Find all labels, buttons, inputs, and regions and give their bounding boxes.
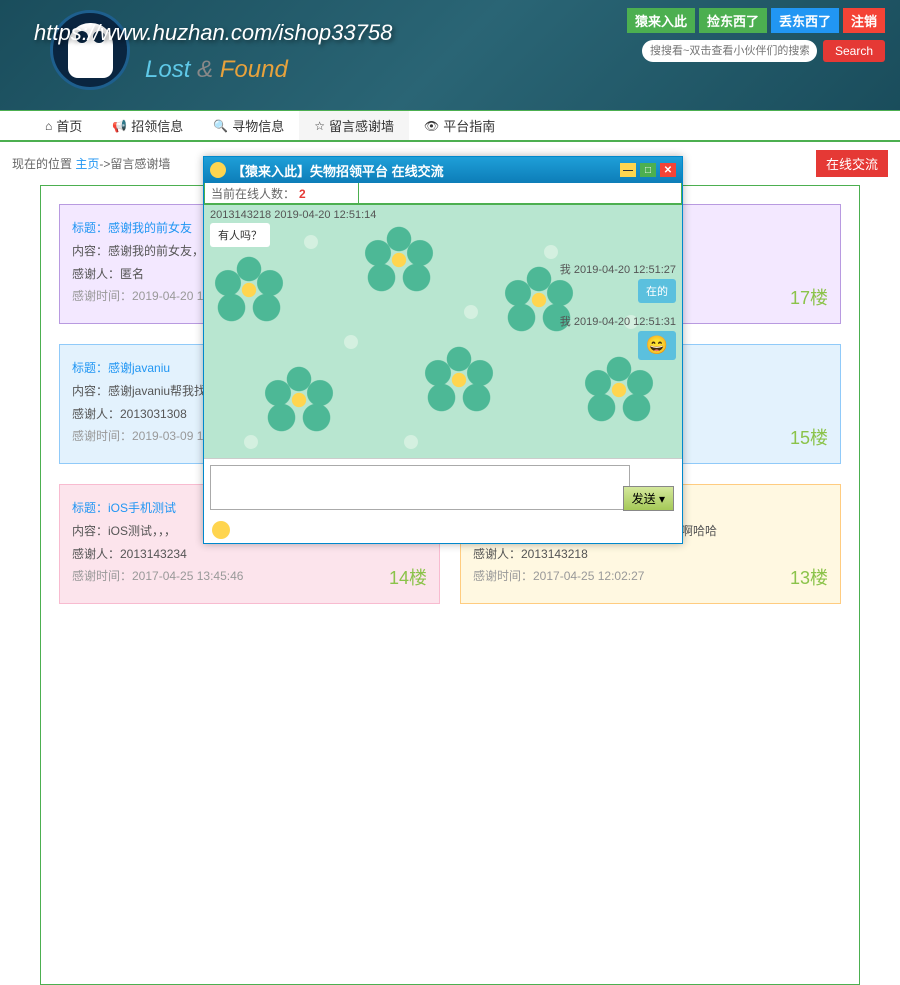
header: https://www.huzhan.com/ishop33758 Lost &… <box>0 0 900 110</box>
card-time: 感谢时间：2017-04-25 13:45:46 <box>72 565 427 588</box>
floor-number: 15楼 <box>790 421 828 455</box>
search-area: Search <box>642 40 885 62</box>
status-spacer <box>359 183 682 204</box>
msg-bubble: 在的 <box>638 279 676 303</box>
nav-bar: ⌂首页 📢招领信息 🔍寻物信息 ☆留言感谢墙 👁平台指南 <box>0 110 900 142</box>
home-icon: ⌂ <box>45 119 52 133</box>
brand-lost: Lost <box>145 56 190 83</box>
card-time: 感谢时间：2017-04-25 12:02:27 <box>473 565 828 588</box>
chat-title-text: 【猿来入此】失物招领平台 在线交流 <box>232 161 444 180</box>
online-count: 2 <box>299 187 306 201</box>
msg-meta: 我 2019-04-20 12:51:31 <box>560 313 676 329</box>
chat-input-area: 发送 ▾ <box>204 458 682 543</box>
msg-meta: 2013143218 2019-04-20 12:51:14 <box>210 209 376 221</box>
watermark-text: https://www.huzhan.com/ishop33758 <box>34 20 392 46</box>
chat-msg-me: 我 2019-04-20 12:51:27 在的 <box>560 261 676 303</box>
nav-wall[interactable]: ☆留言感谢墙 <box>299 111 409 140</box>
nav-guide[interactable]: 👁平台指南 <box>409 111 510 140</box>
send-button[interactable]: 发送 ▾ <box>623 486 674 511</box>
emoji-picker-icon[interactable] <box>212 521 230 539</box>
logout-button[interactable]: 注销 <box>843 8 885 33</box>
nav-home[interactable]: ⌂首页 <box>30 111 97 140</box>
card-thanks: 感谢人：2013143218 <box>473 543 828 566</box>
maximize-button[interactable]: □ <box>640 163 656 177</box>
top-buttons: 猿来入此 捡东西了 丢东西了 注销 <box>627 8 885 33</box>
breadcrumb: 现在的位置 主页->留言感谢墙 <box>12 155 170 172</box>
breadcrumb-home[interactable]: 主页 <box>75 157 99 171</box>
chat-textarea[interactable] <box>210 465 630 510</box>
nav-claim[interactable]: 📢招领信息 <box>97 111 198 140</box>
search-button[interactable]: Search <box>823 40 885 62</box>
floor-number: 14楼 <box>389 561 427 595</box>
close-button[interactable]: ✕ <box>660 163 676 177</box>
star-icon: ☆ <box>314 119 325 133</box>
eye-icon: 👁 <box>424 119 439 133</box>
yuanlai-button[interactable]: 猿来入此 <box>627 8 695 33</box>
chevron-down-icon: ▾ <box>659 492 665 506</box>
card-thanks: 感谢人：2013143234 <box>72 543 427 566</box>
chat-titlebar[interactable]: 【猿来入此】失物招领平台 在线交流 — □ ✕ <box>204 157 682 183</box>
floor-number: 13楼 <box>790 561 828 595</box>
lost-button[interactable]: 丢东西了 <box>771 8 839 33</box>
search-input[interactable] <box>642 40 817 62</box>
bullhorn-icon: 📢 <box>112 119 127 133</box>
msg-bubble: 有人吗？ <box>210 223 270 247</box>
found-button[interactable]: 捡东西了 <box>699 8 767 33</box>
online-label: 当前在线人数： <box>211 187 295 201</box>
brand-found: Found <box>220 56 288 83</box>
chat-msg-me: 我 2019-04-20 12:51:31 😄 <box>560 313 676 360</box>
minimize-button[interactable]: — <box>620 163 636 177</box>
msg-emoji: 😄 <box>638 331 676 360</box>
chat-status: 当前在线人数： 2 <box>204 183 682 205</box>
chat-messages: 2013143218 2019-04-20 12:51:14 有人吗？ 我 20… <box>204 205 682 458</box>
smiley-icon <box>210 162 226 178</box>
chat-window: 【猿来入此】失物招领平台 在线交流 — □ ✕ 当前在线人数： 2 2013143… <box>203 156 683 544</box>
nav-lost[interactable]: 🔍寻物信息 <box>198 111 299 140</box>
floor-number: 17楼 <box>790 281 828 315</box>
search-icon: 🔍 <box>213 119 228 133</box>
brand: Lost & Found <box>145 56 288 84</box>
chat-msg-other: 2013143218 2019-04-20 12:51:14 有人吗？ <box>210 209 376 247</box>
online-chat-button[interactable]: 在线交流 <box>816 150 888 177</box>
msg-meta: 我 2019-04-20 12:51:27 <box>560 261 676 277</box>
brand-amp: & <box>197 56 213 83</box>
